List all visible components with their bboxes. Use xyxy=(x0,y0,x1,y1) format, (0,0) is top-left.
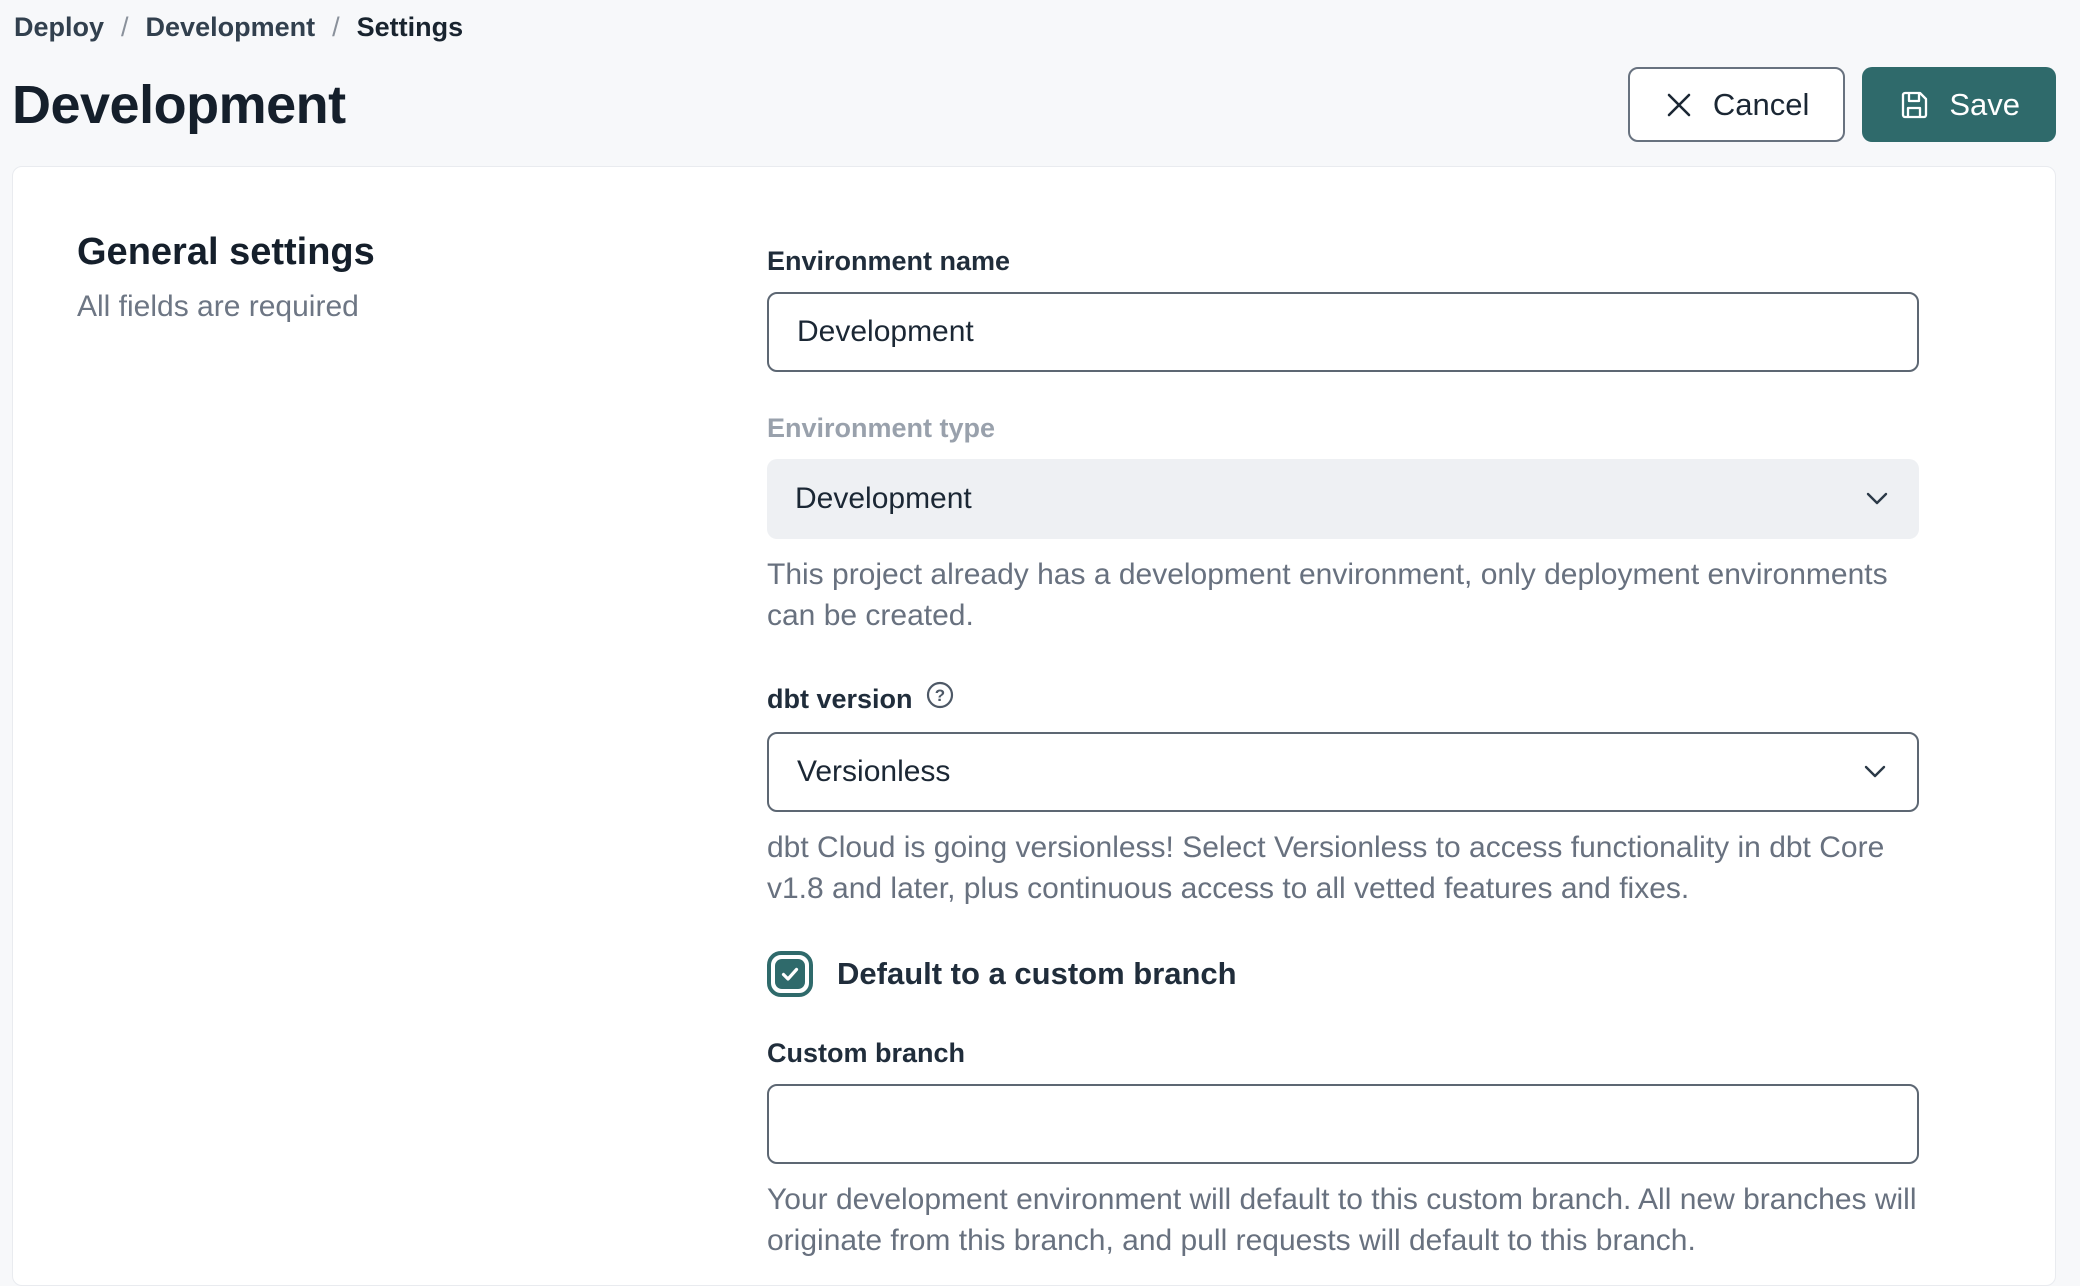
custom-branch-checkbox[interactable] xyxy=(767,951,813,997)
custom-branch-label: Custom branch xyxy=(767,1037,1919,1070)
breadcrumb-development[interactable]: Development xyxy=(146,12,316,43)
page-header: Development Cancel Save xyxy=(0,67,2080,142)
breadcrumb: Deploy / Development / Settings xyxy=(0,0,2080,43)
dbt-version-help: dbt Cloud is going versionless! Select V… xyxy=(767,827,1919,909)
environment-type-group: Environment type Development This projec… xyxy=(767,412,1919,636)
section-heading-block: General settings All fields are required xyxy=(77,231,767,1285)
save-button[interactable]: Save xyxy=(1862,67,2056,142)
section-subtitle: All fields are required xyxy=(77,290,767,324)
chevron-down-icon xyxy=(1861,755,1889,789)
svg-text:?: ? xyxy=(934,686,944,705)
save-button-label: Save xyxy=(1949,87,2020,123)
breadcrumb-separator: / xyxy=(121,12,129,43)
dbt-version-label: dbt version ? xyxy=(767,680,1919,718)
custom-branch-help: Your development environment will defaul… xyxy=(767,1179,1919,1261)
settings-form: Environment name Environment type Develo… xyxy=(767,231,1919,1285)
cancel-button[interactable]: Cancel xyxy=(1628,67,1846,142)
dbt-version-group: dbt version ? Versionless dbt Cloud is g… xyxy=(767,680,1919,909)
environment-type-label: Environment type xyxy=(767,412,1919,445)
x-icon xyxy=(1664,90,1694,120)
environment-name-label: Environment name xyxy=(767,245,1919,278)
custom-branch-toggle[interactable]: Default to a custom branch xyxy=(767,951,1919,997)
breadcrumb-deploy[interactable]: Deploy xyxy=(14,12,104,43)
cancel-button-label: Cancel xyxy=(1713,87,1810,123)
environment-name-input[interactable] xyxy=(767,292,1919,372)
dbt-version-select[interactable]: Versionless xyxy=(767,732,1919,812)
floppy-disk-icon xyxy=(1898,89,1930,121)
dbt-version-label-text: dbt version xyxy=(767,683,913,716)
environment-type-help: This project already has a development e… xyxy=(767,554,1919,636)
custom-branch-input[interactable] xyxy=(767,1084,1919,1164)
environment-type-value: Development xyxy=(795,482,972,516)
section-title: General settings xyxy=(77,231,767,274)
dbt-version-value: Versionless xyxy=(797,755,950,789)
environment-type-select: Development xyxy=(767,459,1919,539)
environment-name-group: Environment name xyxy=(767,245,1919,372)
custom-branch-group: Custom branch Your development environme… xyxy=(767,1037,1919,1261)
breadcrumb-settings: Settings xyxy=(357,12,464,43)
chevron-down-icon xyxy=(1863,482,1891,516)
custom-branch-toggle-label: Default to a custom branch xyxy=(837,956,1237,992)
checkmark-icon xyxy=(775,959,805,989)
breadcrumb-separator: / xyxy=(332,12,340,43)
general-settings-card: General settings All fields are required… xyxy=(12,166,2056,1286)
page-title: Development xyxy=(12,74,346,136)
question-circle-icon[interactable]: ? xyxy=(925,680,955,718)
header-actions: Cancel Save xyxy=(1628,67,2056,142)
